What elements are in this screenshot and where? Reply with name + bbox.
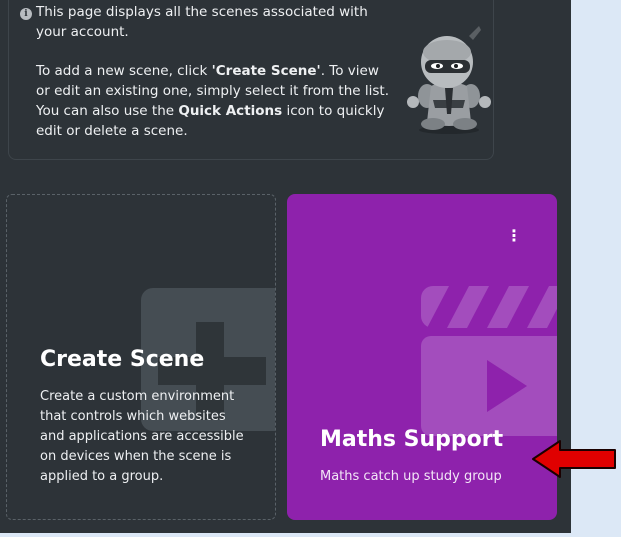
quick-actions-mention: Quick Actions (178, 102, 283, 119)
scenes-panel: i This page displays all the scenes asso… (0, 0, 571, 533)
red-arrow-annotation-icon (532, 440, 616, 478)
create-scene-title: Create Scene (40, 347, 205, 372)
info-line-2: To add a new scene, click 'Create Scene'… (36, 62, 396, 141)
info-icon: i (20, 8, 32, 20)
create-scene-description: Create a custom environment that control… (40, 389, 244, 484)
info-line-1: This page displays all the scenes associ… (36, 4, 368, 40)
info-line-2-prefix: To add a new scene, click (36, 63, 212, 80)
info-banner: i This page displays all the scenes asso… (8, 0, 494, 160)
clapperboard-icon (421, 286, 557, 436)
ninja-mascot-icon (407, 26, 491, 134)
info-text: This page displays all the scenes associ… (36, 3, 396, 141)
create-scene-card[interactable]: Create Scene Create a custom environment… (6, 194, 276, 520)
scene-title: Maths Support (320, 427, 504, 452)
create-scene-mention: 'Create Scene' (211, 63, 321, 80)
scene-card-maths-support[interactable]: ⋮ Maths Support Maths catch up study gro… (287, 194, 557, 520)
scene-description: Maths catch up study group (320, 469, 502, 484)
quick-actions-kebab-icon[interactable]: ⋮ (506, 226, 522, 246)
